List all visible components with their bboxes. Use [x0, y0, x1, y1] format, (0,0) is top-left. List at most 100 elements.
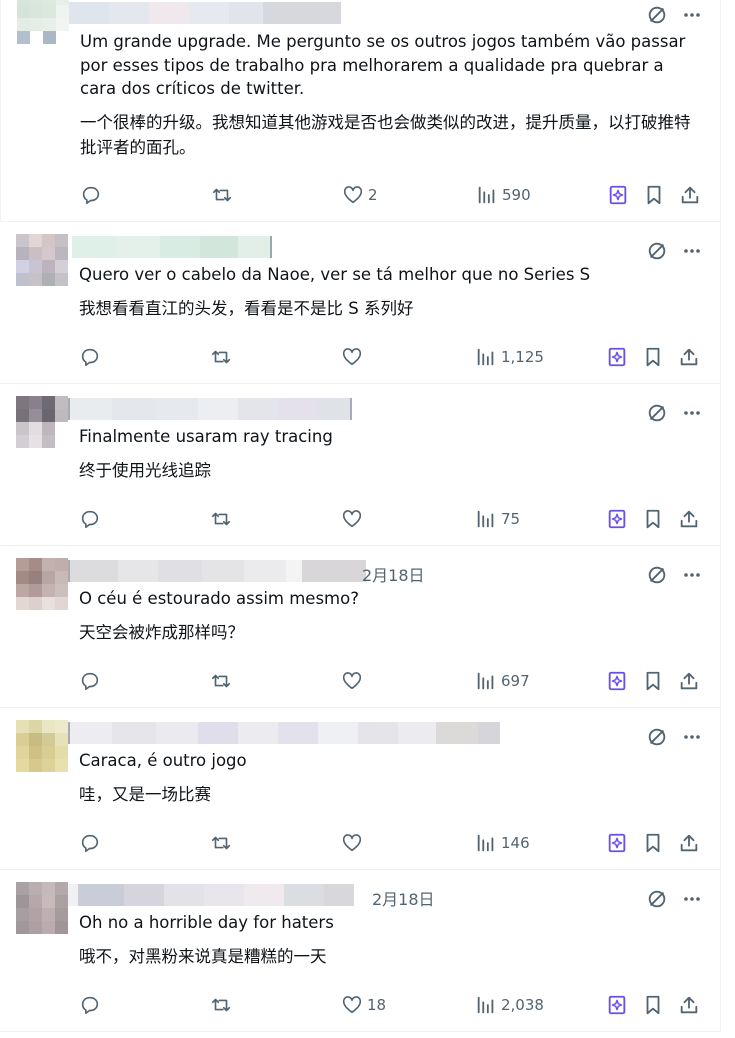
- avatar[interactable]: [16, 234, 68, 286]
- grok-button[interactable]: [606, 669, 628, 693]
- grok-button[interactable]: [606, 507, 628, 531]
- tweet-text-translation: 一个很棒的升级。我想知道其他游戏是否也会做类似的改进，提升质量，以打破推特批评者…: [80, 113, 691, 157]
- tweet-actions: 2 590: [80, 183, 710, 207]
- share-button[interactable]: [678, 831, 700, 855]
- retweet-button[interactable]: [209, 669, 233, 693]
- like-button[interactable]: [341, 831, 367, 855]
- grok-button[interactable]: [606, 345, 628, 369]
- tweet-text-original: Caraca, é outro jogo: [79, 751, 247, 770]
- views-count: 2,038: [501, 996, 544, 1014]
- tweet[interactable]: Caraca, é outro jogo 哇，又是一场比赛 146: [0, 708, 721, 870]
- tweet-text-original: Finalmente usaram ray tracing: [79, 427, 333, 446]
- tweet-text-translation: 哦不，对黑粉来说真是糟糕的一天: [79, 947, 327, 966]
- translate-icon[interactable]: [646, 888, 668, 910]
- translate-icon[interactable]: [646, 726, 668, 748]
- author-name-blurred[interactable]: [68, 236, 272, 258]
- tweet-actions: 1,125: [79, 345, 709, 369]
- views-button[interactable]: 590: [476, 183, 531, 207]
- views-button[interactable]: 1,125: [475, 345, 544, 369]
- avatar[interactable]: [16, 558, 68, 610]
- tweet-text-original: Quero ver o cabelo da Naoe, ver se tá me…: [79, 265, 591, 284]
- retweet-button[interactable]: [209, 831, 233, 855]
- reply-feed: Um grande upgrade. Me pergunto se os out…: [0, 0, 735, 1038]
- like-button[interactable]: [341, 507, 367, 531]
- retweet-button[interactable]: [209, 993, 233, 1017]
- grok-button[interactable]: [606, 831, 628, 855]
- more-icon[interactable]: [682, 889, 702, 909]
- bookmark-button[interactable]: [642, 993, 664, 1017]
- views-button[interactable]: 697: [475, 669, 530, 693]
- bookmark-button[interactable]: [642, 345, 664, 369]
- views-button[interactable]: 75: [475, 507, 520, 531]
- grok-button[interactable]: [606, 993, 628, 1017]
- share-button[interactable]: [678, 669, 700, 693]
- tweet-text-original: Um grande upgrade. Me pergunto se os out…: [80, 32, 686, 98]
- tweet[interactable]: 2月18日 O céu é estourado assim mesmo? 天空会…: [0, 546, 721, 708]
- author-name-blurred[interactable]: [69, 2, 341, 24]
- views-button[interactable]: 146: [475, 831, 530, 855]
- views-count: 590: [502, 186, 531, 204]
- like-count: 18: [367, 996, 387, 1014]
- reply-button[interactable]: [79, 831, 101, 855]
- views-count: 1,125: [501, 348, 544, 366]
- bookmark-button[interactable]: [642, 831, 664, 855]
- like-button[interactable]: [341, 669, 367, 693]
- reply-button[interactable]: [79, 669, 101, 693]
- bookmark-button[interactable]: [643, 183, 665, 207]
- tweet[interactable]: Finalmente usaram ray tracing 终于使用光线追踪 7…: [0, 384, 721, 546]
- translate-icon[interactable]: [646, 564, 668, 586]
- reply-button[interactable]: [79, 345, 101, 369]
- bookmark-button[interactable]: [642, 669, 664, 693]
- more-icon[interactable]: [682, 403, 702, 423]
- bookmark-button[interactable]: [642, 507, 664, 531]
- reply-button[interactable]: [79, 993, 101, 1017]
- more-icon[interactable]: [682, 727, 702, 747]
- tweet-actions: 75: [79, 507, 709, 531]
- tweet-text-translation: 我想看看直江的头发，看看是不是比 S 系列好: [79, 299, 414, 318]
- tweet[interactable]: Quero ver o cabelo da Naoe, ver se tá me…: [0, 222, 721, 384]
- views-button[interactable]: 2,038: [475, 993, 544, 1017]
- more-icon[interactable]: [682, 5, 702, 25]
- more-icon[interactable]: [682, 241, 702, 261]
- share-button[interactable]: [679, 183, 701, 207]
- share-button[interactable]: [678, 993, 700, 1017]
- reply-button[interactable]: [80, 183, 102, 207]
- like-button[interactable]: [341, 345, 367, 369]
- retweet-button[interactable]: [210, 183, 234, 207]
- tweet-actions: 146: [79, 831, 709, 855]
- author-name-blurred[interactable]: [68, 560, 366, 582]
- author-name-blurred[interactable]: [68, 398, 352, 420]
- tweet-text-translation: 终于使用光线追踪: [79, 461, 211, 480]
- tweet-text-original: O céu é estourado assim mesmo?: [79, 589, 359, 608]
- author-name-blurred[interactable]: [68, 884, 354, 906]
- retweet-button[interactable]: [209, 507, 233, 531]
- tweet-date[interactable]: 2月18日: [372, 886, 435, 910]
- tweet-actions: 697: [79, 669, 709, 693]
- share-button[interactable]: [678, 507, 700, 531]
- avatar[interactable]: [17, 0, 69, 44]
- translate-icon[interactable]: [646, 4, 668, 26]
- views-count: 146: [501, 834, 530, 852]
- tweet[interactable]: 2月18日 Oh no a horrible day for haters 哦不…: [0, 870, 721, 1032]
- more-icon[interactable]: [682, 565, 702, 585]
- like-button[interactable]: 18: [341, 993, 386, 1017]
- translate-icon[interactable]: [646, 402, 668, 424]
- grok-button[interactable]: [607, 183, 629, 207]
- author-name-blurred[interactable]: [68, 722, 500, 744]
- translate-icon[interactable]: [646, 240, 668, 262]
- views-count: 697: [501, 672, 530, 690]
- tweet-text-translation: 天空会被炸成那样吗？: [79, 623, 244, 642]
- views-count: 75: [501, 510, 521, 528]
- tweet-actions: 18 2,038: [79, 993, 709, 1017]
- reply-button[interactable]: [79, 507, 101, 531]
- tweet[interactable]: Um grande upgrade. Me pergunto se os out…: [0, 0, 721, 222]
- avatar[interactable]: [16, 882, 68, 934]
- like-count: 2: [368, 186, 378, 204]
- avatar[interactable]: [16, 396, 68, 448]
- avatar[interactable]: [16, 720, 68, 772]
- share-button[interactable]: [678, 345, 700, 369]
- tweet-date[interactable]: 2月18日: [362, 562, 425, 586]
- tweet-text-original: Oh no a horrible day for haters: [79, 913, 334, 932]
- like-button[interactable]: 2: [342, 183, 378, 207]
- retweet-button[interactable]: [209, 345, 233, 369]
